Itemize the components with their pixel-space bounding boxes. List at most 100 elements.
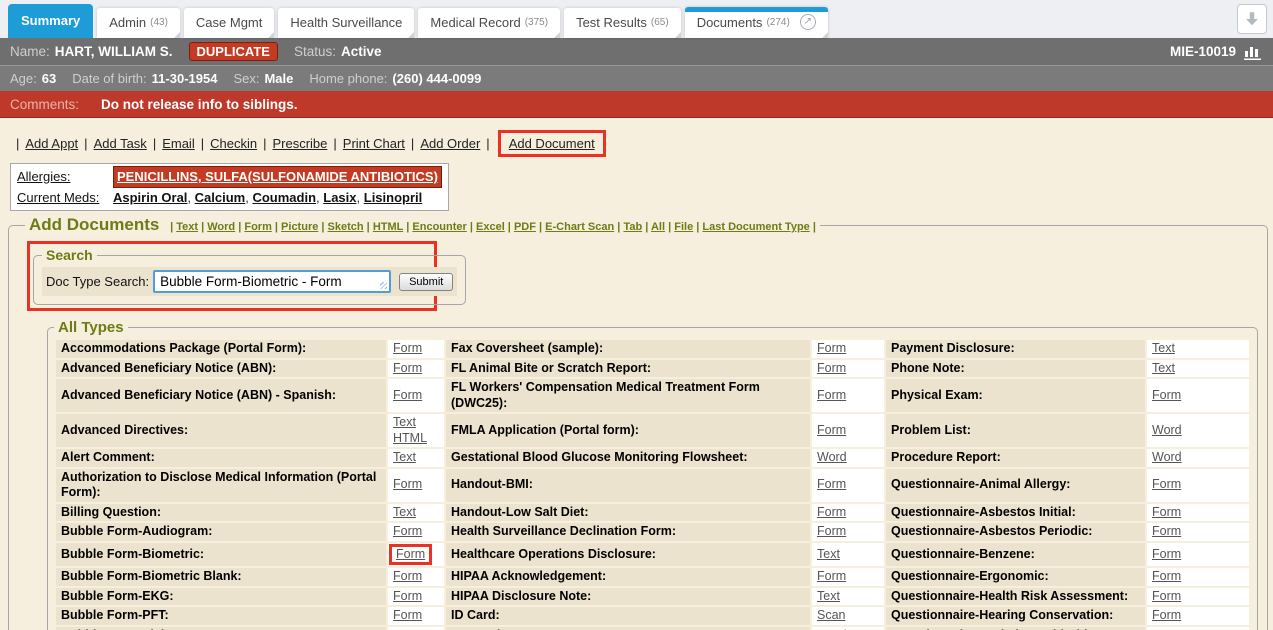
allergies-meds-box: Allergies: PENICILLINS, SULFA(SULFONAMID… — [10, 163, 449, 211]
open-in-new-icon[interactable]: ↗ — [800, 14, 816, 30]
type-link-pdf[interactable]: PDF — [514, 221, 536, 233]
doc-link-text[interactable]: Text — [1152, 361, 1175, 375]
sex-label: Sex: — [233, 71, 259, 86]
doc-link-text[interactable]: Text — [1152, 341, 1175, 355]
tab-medical-record[interactable]: Medical Record(375) — [418, 8, 560, 38]
doc-link-form[interactable]: Form — [393, 608, 422, 622]
doc-link-form[interactable]: Form — [1152, 388, 1181, 402]
type-link-html[interactable]: HTML — [373, 221, 403, 233]
type-link-file[interactable]: File — [674, 221, 693, 233]
doc-link-form[interactable]: Form — [817, 524, 846, 538]
doc-type-label: Questionnaire-Health Risk Assessment: — [886, 588, 1145, 606]
doc-type-link-cell: Text HTML — [388, 414, 444, 447]
type-link-tab[interactable]: Tab — [623, 221, 642, 233]
doc-link-text[interactable]: Text — [393, 415, 416, 429]
doc-link-form[interactable]: Form — [817, 505, 846, 519]
doc-link-form[interactable]: Form — [393, 388, 422, 402]
type-link-word[interactable]: Word — [207, 221, 235, 233]
doc-type-label: Questionnaire-Asbestos Periodic: — [886, 523, 1145, 541]
doc-link-form[interactable]: Form — [393, 361, 422, 375]
medication-link-calcium[interactable]: Calcium — [195, 190, 246, 205]
action-link-add-document[interactable]: Add Document — [509, 136, 595, 151]
pipe-separator: | — [201, 136, 204, 151]
tab-test-results[interactable]: Test Results(65) — [564, 8, 681, 38]
doc-link-form[interactable]: Form — [393, 524, 422, 538]
doc-link-text[interactable]: Text — [817, 547, 840, 561]
medication-link-aspirin-oral[interactable]: Aspirin Oral — [113, 190, 187, 205]
doc-link-text[interactable]: Text — [393, 505, 416, 519]
type-link-encounter[interactable]: Encounter — [412, 221, 466, 233]
doc-link-form[interactable]: Form — [1152, 569, 1181, 583]
doc-type-label: Billing Question: — [56, 504, 386, 522]
doc-link-form[interactable]: Form — [393, 589, 422, 603]
doc-type-row: Bubble Form-Audiogram:FormHealth Surveil… — [56, 523, 1249, 541]
doc-link-word[interactable]: Word — [1152, 450, 1182, 464]
doc-type-row: Accommodations Package (Portal Form):For… — [56, 340, 1249, 358]
doc-link-form[interactable]: Form — [817, 569, 846, 583]
allergies-value[interactable]: PENICILLINS, SULFA(SULFONAMIDE ANTIBIOTI… — [113, 166, 442, 188]
quick-action-links: |Add Appt|Add Task|Email|Checkin|Prescri… — [10, 130, 1273, 157]
doc-link-scan[interactable]: Scan — [817, 608, 846, 622]
type-link-form[interactable]: Form — [244, 221, 272, 233]
doc-link-form[interactable]: Form — [817, 477, 846, 491]
doc-link-form[interactable]: Form — [396, 547, 425, 561]
action-link-checkin[interactable]: Checkin — [210, 136, 257, 151]
doc-link-form[interactable]: Form — [393, 341, 422, 355]
doc-type-row: Advanced Directives:TextHTMLFMLA Applica… — [56, 414, 1249, 447]
action-link-print-chart[interactable]: Print Chart — [343, 136, 405, 151]
doc-link-word[interactable]: Word — [1152, 423, 1182, 437]
doc-link-form[interactable]: Form — [817, 388, 846, 402]
doc-type-link-cell: Form — [1147, 543, 1249, 567]
doc-link-form[interactable]: Form — [817, 423, 846, 437]
doc-link-word[interactable]: Word — [817, 450, 847, 464]
doc-link-form[interactable]: Form — [1152, 477, 1181, 491]
tab-documents[interactable]: Documents(274)↗ — [685, 7, 828, 38]
doc-link-html[interactable]: HTML — [393, 431, 427, 445]
action-link-add-order[interactable]: Add Order — [420, 136, 480, 151]
doc-type-link-cell: Form — [812, 469, 884, 502]
type-link-all[interactable]: All — [651, 221, 665, 233]
doc-link-form[interactable]: Form — [1152, 589, 1181, 603]
action-link-prescribe[interactable]: Prescribe — [272, 136, 327, 151]
tab-label: Health Surveillance — [290, 15, 402, 30]
tab-summary[interactable]: Summary — [8, 4, 93, 38]
annotation-box-form-link: Form — [389, 544, 432, 566]
type-link-picture[interactable]: Picture — [281, 221, 318, 233]
action-link-add-task[interactable]: Add Task — [94, 136, 147, 151]
type-link-excel[interactable]: Excel — [476, 221, 505, 233]
tabs-overflow-button[interactable] — [1237, 4, 1267, 34]
doc-type-label: Questionnaire-Ergonomic: — [886, 568, 1145, 586]
current-meds-link[interactable]: Current Meds: — [17, 188, 113, 208]
medication-link-lasix[interactable]: Lasix — [323, 190, 356, 205]
annotation-box-add-document: Add Document — [498, 130, 606, 157]
doc-link-form[interactable]: Form — [1152, 547, 1181, 561]
doc-link-form[interactable]: Form — [393, 569, 422, 583]
doc-link-form[interactable]: Form — [817, 341, 846, 355]
doc-link-form[interactable]: Form — [393, 477, 422, 491]
doc-link-form[interactable]: Form — [1152, 608, 1181, 622]
doc-type-search-input[interactable] — [153, 270, 391, 293]
type-link-sketch[interactable]: Sketch — [328, 221, 364, 233]
submit-button[interactable]: Submit — [399, 273, 453, 291]
action-link-add-appt[interactable]: Add Appt — [25, 136, 78, 151]
doc-link-form[interactable]: Form — [1152, 505, 1181, 519]
tab-health-surveillance[interactable]: Health Surveillance — [278, 8, 414, 38]
medication-link-lisinopril[interactable]: Lisinopril — [364, 190, 423, 205]
type-link-text[interactable]: Text — [176, 221, 198, 233]
doc-type-row: Bubble Form-Biometric Blank:FormHIPAA Ac… — [56, 568, 1249, 586]
allergies-link[interactable]: Allergies: — [17, 167, 113, 187]
doc-type-label: HIPAA Acknowledgement: — [446, 568, 810, 586]
doc-type-row: Advanced Beneficiary Notice (ABN) - Span… — [56, 379, 1249, 412]
medication-link-coumadin[interactable]: Coumadin — [252, 190, 316, 205]
doc-link-text[interactable]: Text — [817, 589, 840, 603]
type-link-e-chart-scan[interactable]: E-Chart Scan — [545, 221, 614, 233]
bar-chart-icon[interactable] — [1243, 44, 1263, 60]
action-link-email[interactable]: Email — [162, 136, 195, 151]
tab-case-mgmt[interactable]: Case Mgmt — [184, 8, 274, 38]
doc-link-form[interactable]: Form — [1152, 524, 1181, 538]
doc-type-label: Advanced Beneficiary Notice (ABN): — [56, 360, 386, 378]
type-link-last-document-type[interactable]: Last Document Type — [702, 221, 809, 233]
doc-link-text[interactable]: Text — [393, 450, 416, 464]
tab-admin[interactable]: Admin(43) — [97, 8, 180, 38]
doc-link-form[interactable]: Form — [817, 361, 846, 375]
